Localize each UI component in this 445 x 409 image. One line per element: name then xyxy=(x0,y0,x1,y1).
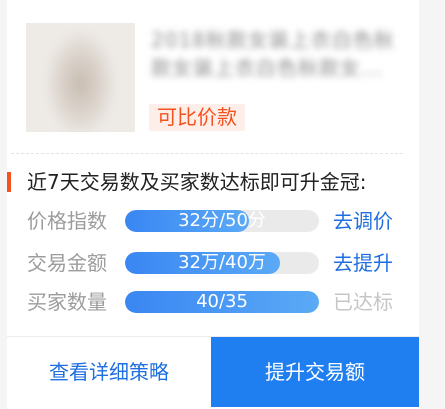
progress-text: 32万/40万 xyxy=(178,252,266,273)
progress-text: 40/35 xyxy=(196,291,248,312)
improve-amount-link[interactable]: 去提升 xyxy=(333,250,393,276)
boost-transactions-button[interactable]: 提升交易额 xyxy=(211,337,419,407)
footer-actions: 查看详细策略 提升交易额 xyxy=(7,336,419,407)
progress-bar: 32分/50分 xyxy=(125,210,319,232)
product-photo xyxy=(26,23,135,132)
goal-reached-status: 已达标 xyxy=(333,290,393,314)
product-title[interactable]: 2018秋款女装上衣白色秋款女装上衣白色秋款女... xyxy=(151,26,401,82)
progress-bar: 40/35 xyxy=(125,291,319,313)
upgrade-card: 2018秋款女装上衣白色秋款女装上衣白色秋款女... 可比价款 近7天交易数及买… xyxy=(7,0,419,409)
view-strategy-button[interactable]: 查看详细策略 xyxy=(7,337,211,407)
metric-label: 交易金额 xyxy=(27,251,107,275)
adjust-price-link[interactable]: 去调价 xyxy=(333,208,393,234)
progress-bar: 32万/40万 xyxy=(125,252,319,274)
metric-label: 买家数量 xyxy=(27,290,107,314)
progress-text: 32分/50分 xyxy=(178,210,266,231)
divider xyxy=(11,153,403,154)
upgrade-heading: 近7天交易数及买家数达标即可升金冠: xyxy=(27,170,367,194)
metric-label: 价格指数 xyxy=(27,209,107,233)
product-image[interactable] xyxy=(26,23,135,132)
heading-accent-bar xyxy=(7,172,11,192)
comparable-price-tag: 可比价款 xyxy=(149,104,245,131)
